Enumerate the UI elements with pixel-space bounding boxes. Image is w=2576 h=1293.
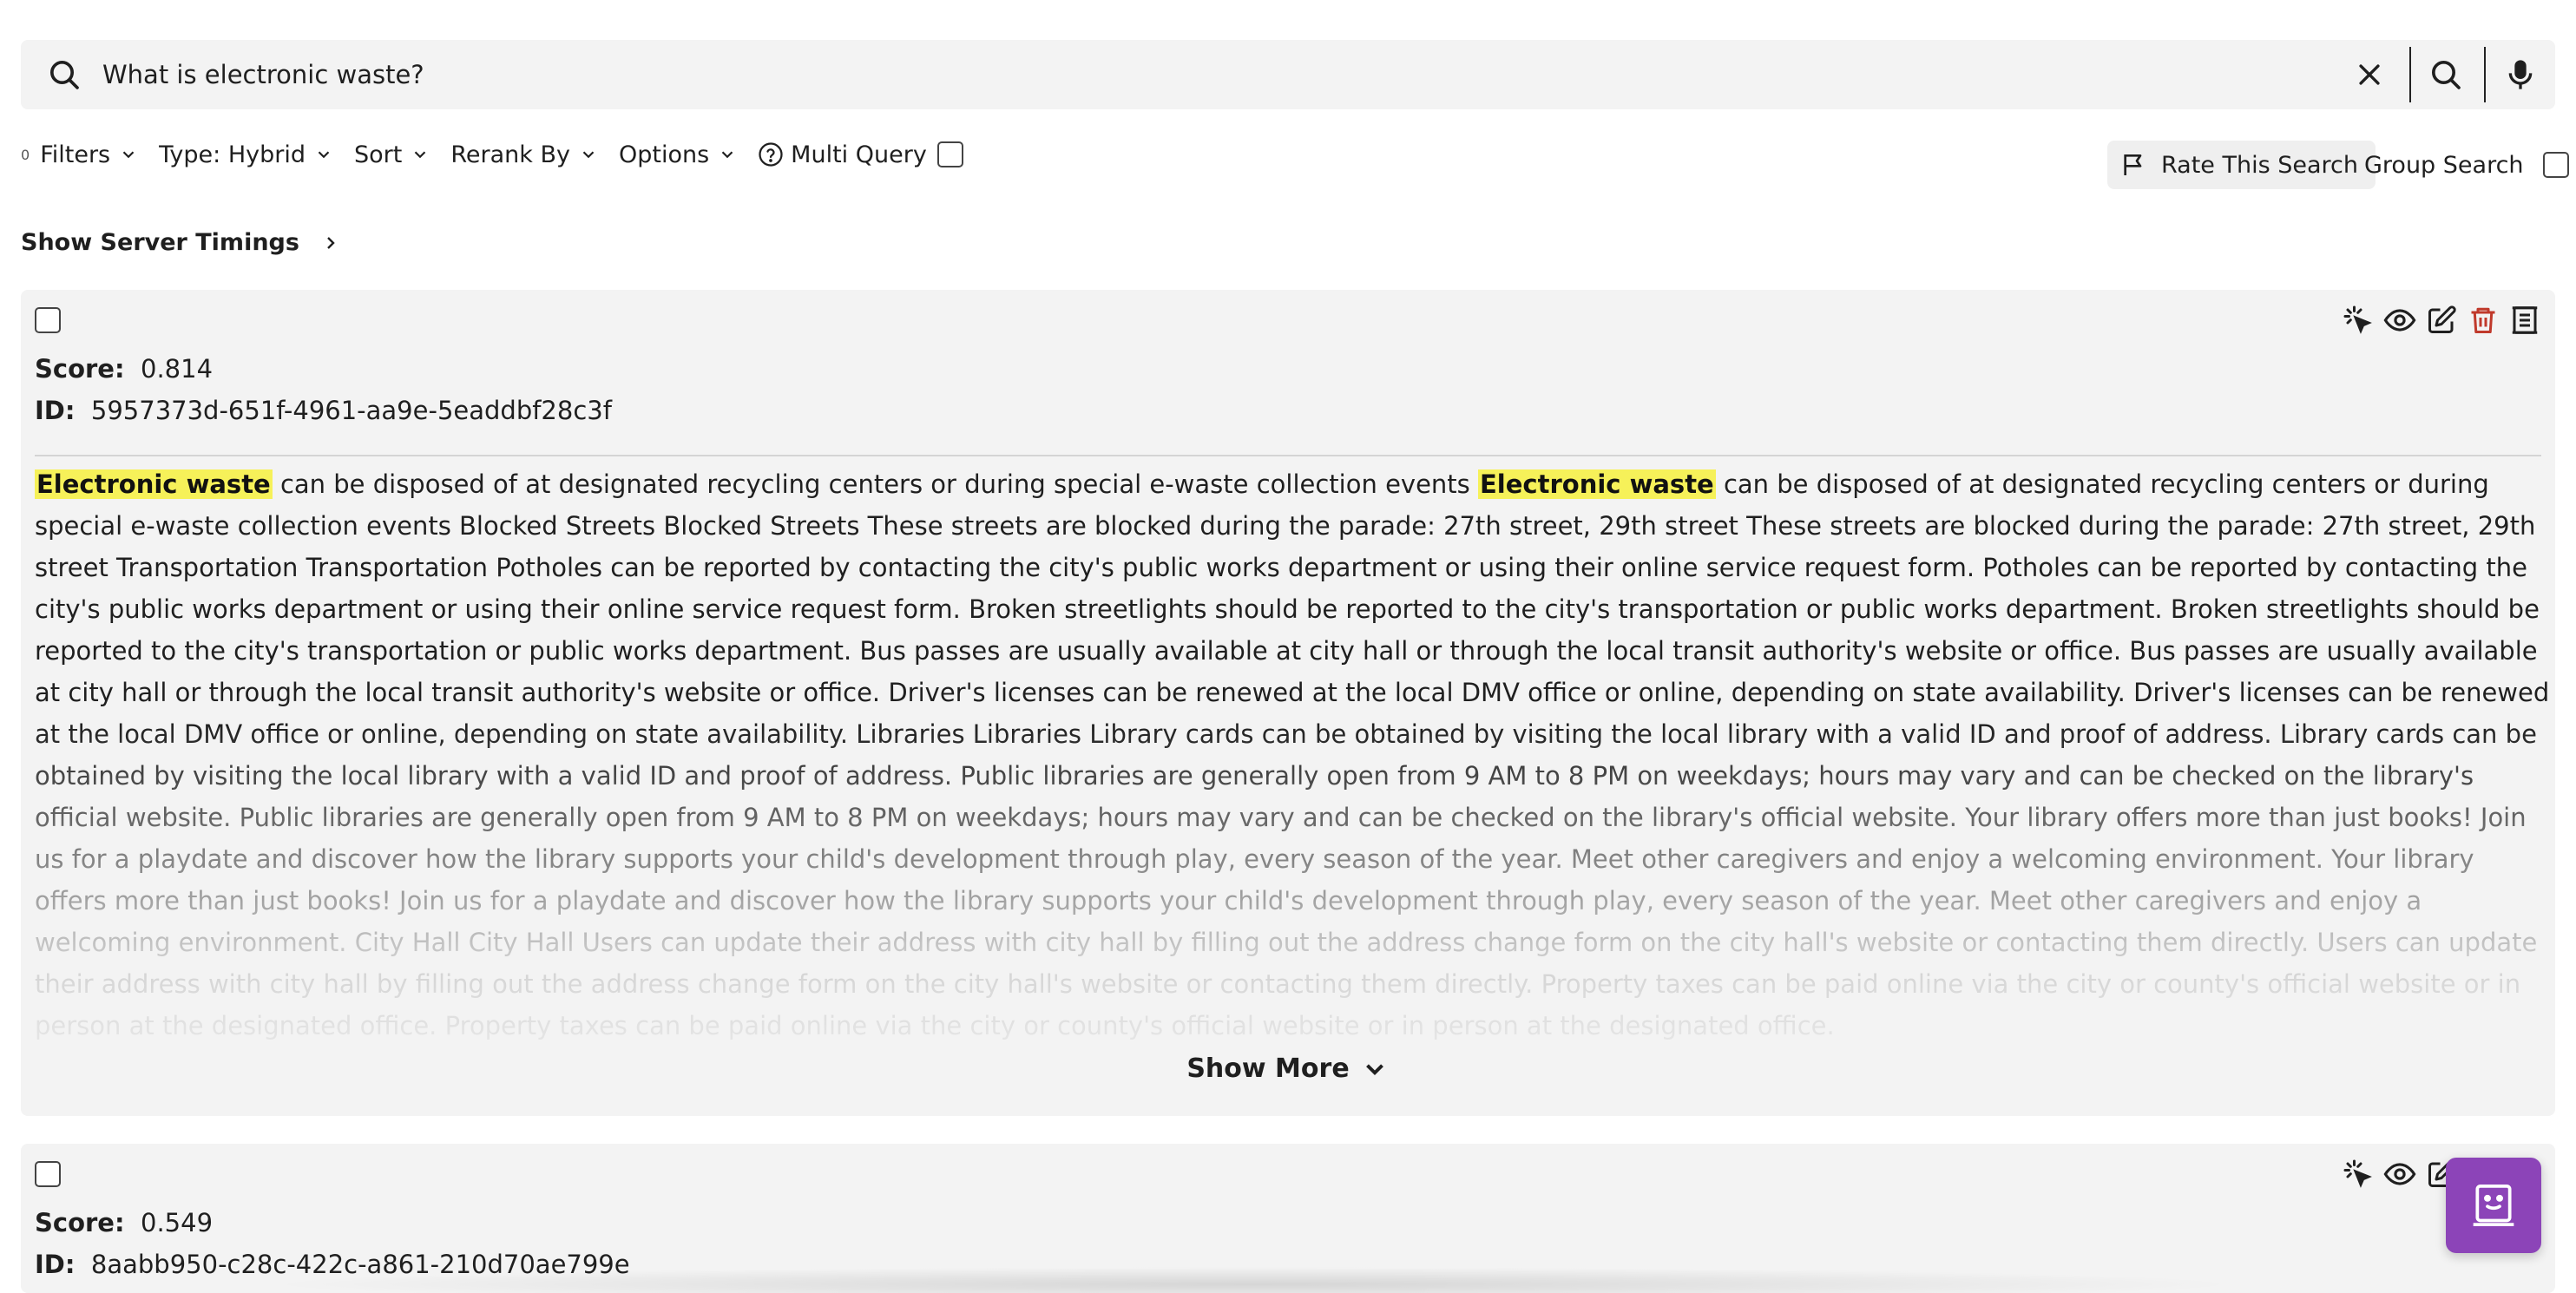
result-id: ID: 5957373d-651f-4961-aa9e-5eaddbf28c3f <box>35 396 612 425</box>
server-timings-toggle[interactable]: Show Server Timings <box>21 229 341 256</box>
id-label: ID: <box>35 396 76 425</box>
filters-dropdown[interactable]: 0 Filters <box>21 141 138 168</box>
chevron-down-icon <box>318 151 330 159</box>
rate-search-label: Rate This Search <box>2161 151 2359 179</box>
multi-query-toggle: Multi Query <box>758 141 963 168</box>
help-circle-icon[interactable] <box>758 141 784 167</box>
chat-assistant-button[interactable] <box>2446 1158 2541 1253</box>
group-search-toggle: Group Search <box>2364 148 2569 182</box>
result-text: can be disposed of at designated recycli… <box>272 469 1478 499</box>
search-highlight: Electronic waste <box>35 469 273 499</box>
search-highlight: Electronic waste <box>1478 469 1716 499</box>
sort-dropdown[interactable]: Sort <box>354 141 430 168</box>
filters-label: Filters <box>40 141 111 168</box>
id-label: ID: <box>35 1250 76 1279</box>
type-label: Type: Hybrid <box>159 141 306 168</box>
flag-icon <box>2124 154 2142 175</box>
search-input[interactable] <box>102 52 2272 97</box>
voice-search-button[interactable] <box>2503 57 2538 92</box>
rate-search-button[interactable]: Rate This Search <box>2107 141 2376 189</box>
result-score: Score: 0.549 <box>35 1208 213 1237</box>
chevron-down-icon <box>1365 1063 1383 1075</box>
score-label: Score: <box>35 1208 125 1237</box>
microphone-icon <box>2508 60 2533 89</box>
chevron-right-icon <box>327 236 335 249</box>
search-toolbar: 0 Filters Type: Hybrid Sort Rerank By Op… <box>21 135 984 174</box>
search-icon <box>2432 61 2461 89</box>
chevron-down-icon <box>415 151 426 159</box>
clear-search-button[interactable] <box>2352 57 2387 92</box>
chevron-down-icon <box>582 151 595 159</box>
rerank-dropdown[interactable]: Rerank By <box>450 141 598 168</box>
result-select-checkbox[interactable] <box>35 307 61 333</box>
result-divider <box>35 455 2541 456</box>
options-dropdown[interactable]: Options <box>619 141 737 168</box>
sort-label: Sort <box>353 141 403 168</box>
score-value: 0.814 <box>141 354 214 384</box>
result-card: Score: 0.814 ID: 5957373d-651f-4961-aa9e… <box>21 290 2555 1116</box>
show-more-label: Show More <box>1186 1053 1350 1084</box>
result-id: ID: 8aabb950-c28c-422c-a861-210d70ae799e <box>35 1250 630 1279</box>
filter-count-badge: 0 <box>21 146 30 163</box>
chevron-down-icon <box>122 151 135 159</box>
rerank-label: Rerank By <box>450 141 570 168</box>
group-search-checkbox[interactable] <box>2542 152 2569 178</box>
options-label: Options <box>618 141 710 168</box>
result-text: can be disposed of at designated recycli… <box>35 469 2550 1040</box>
multi-query-checkbox[interactable] <box>936 141 963 167</box>
search-bar <box>21 40 2555 109</box>
sparkle-cursor-icon[interactable] <box>2342 1158 2375 1191</box>
search-submit-button[interactable] <box>2428 57 2463 92</box>
score-label: Score: <box>35 354 125 384</box>
trash-icon[interactable] <box>2467 304 2500 337</box>
type-dropdown[interactable]: Type: Hybrid <box>159 141 333 168</box>
result-card: Score: 0.549 ID: 8aabb950-c28c-422c-a861… <box>21 1144 2555 1293</box>
chevron-down-icon <box>721 151 733 159</box>
document-icon[interactable] <box>2508 304 2541 337</box>
search-icon <box>47 57 82 92</box>
close-icon <box>2359 64 2380 85</box>
search-divider <box>2484 47 2486 102</box>
server-timings-label: Show Server Timings <box>21 229 299 256</box>
edit-icon[interactable] <box>2425 304 2458 337</box>
chat-bot-icon <box>2473 1184 2514 1227</box>
eye-icon[interactable] <box>2383 1158 2416 1191</box>
show-more-button[interactable]: Show More <box>21 1053 2555 1084</box>
result-content: Electronic waste can be disposed of at d… <box>35 463 2552 1047</box>
search-divider <box>2409 47 2411 102</box>
sparkle-cursor-icon[interactable] <box>2342 304 2375 337</box>
result-score: Score: 0.814 <box>35 354 213 384</box>
id-value: 8aabb950-c28c-422c-a861-210d70ae799e <box>90 1250 630 1279</box>
group-search-label: Group Search <box>2364 151 2524 179</box>
eye-icon[interactable] <box>2383 304 2416 337</box>
result-actions <box>2342 304 2541 337</box>
id-value: 5957373d-651f-4961-aa9e-5eaddbf28c3f <box>90 396 612 425</box>
multi-query-label: Multi Query <box>791 141 927 168</box>
result-select-checkbox[interactable] <box>35 1161 61 1187</box>
score-value: 0.549 <box>141 1208 214 1237</box>
